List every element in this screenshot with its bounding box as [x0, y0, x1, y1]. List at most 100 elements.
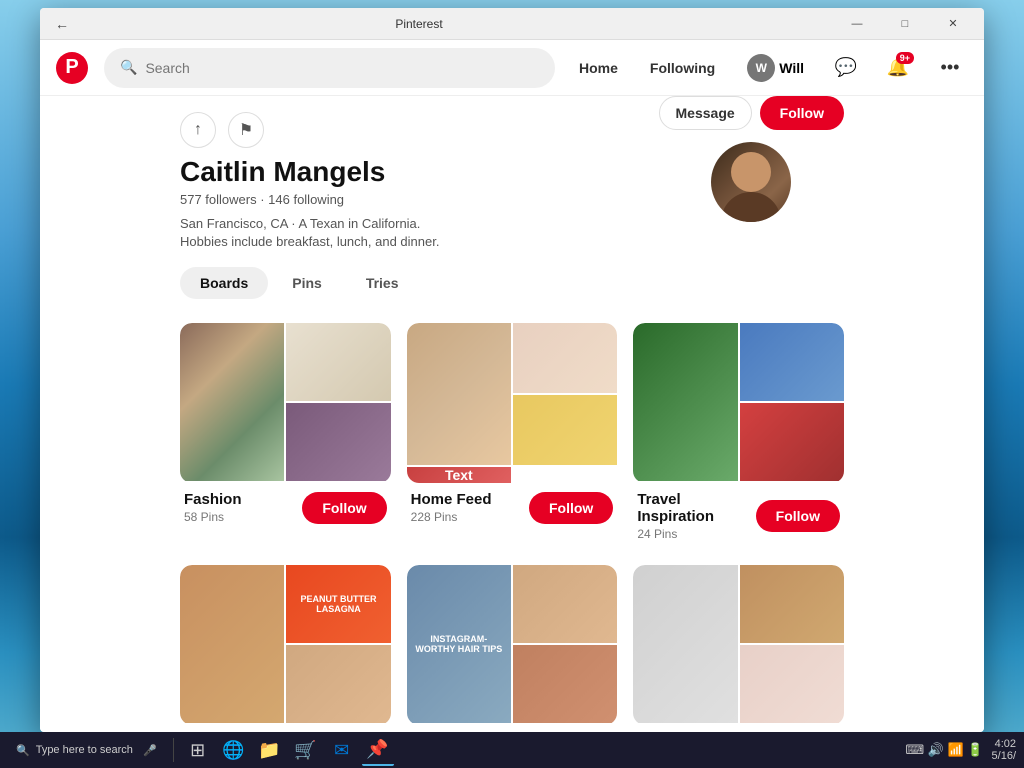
board-card-hair[interactable]: INSTAGRAM-WORTHY HAIR TIPS Hair & Beauty…: [407, 565, 618, 732]
taskbar-right: ⌨ 🔊 📶 🔋 4:02 5/16/: [905, 738, 1016, 762]
more-icon: •••: [941, 57, 960, 78]
board-img-2: [740, 323, 844, 401]
profile-avatar: [711, 142, 791, 222]
board-img-1: [633, 565, 737, 723]
minimize-button[interactable]: —: [834, 8, 880, 40]
board-count: 58 Pins: [184, 510, 302, 524]
clock-date: 5/16/: [992, 750, 1016, 762]
nav-bar: P 🔍 Home Following W Will 💬 🔔 9+ •••: [40, 40, 984, 96]
nav-user[interactable]: W Will: [739, 50, 812, 86]
title-bar-controls: ←: [48, 10, 76, 38]
profile-button-group: Message Follow: [659, 96, 844, 130]
board-card-travel[interactable]: Travel Inspiration 24 Pins Follow: [633, 323, 844, 549]
system-icons: ⌨ 🔊 📶 🔋: [905, 742, 983, 758]
window-title: Pinterest: [84, 17, 754, 31]
logo-letter: P: [65, 56, 78, 79]
taskbar-clock[interactable]: 4:02 5/16/: [992, 738, 1016, 762]
board-card-home-feed[interactable]: Text Home Feed 228 Pins Follow: [407, 323, 618, 549]
clock-time: 4:02: [992, 738, 1016, 750]
more-options-button[interactable]: •••: [932, 50, 968, 86]
profile-tabs: Boards Pins Tries: [40, 251, 984, 299]
board-card-food[interactable]: PEANUT BUTTER LASAGNA Food & Drink 74 Pi…: [180, 565, 391, 732]
store-icon[interactable]: 🛒: [290, 734, 322, 766]
board-footer-hair: Hair & Beauty 55 Pins Follow: [407, 725, 618, 732]
task-view-icon[interactable]: ⊞: [182, 734, 214, 766]
board-footer-food: Food & Drink 74 Pins Follow: [180, 725, 391, 732]
flag-button[interactable]: ⚑: [228, 112, 264, 148]
search-input[interactable]: [145, 60, 539, 76]
edge-icon[interactable]: 🌐: [218, 734, 250, 766]
back-button[interactable]: ←: [48, 10, 76, 38]
board-img-1: [180, 323, 284, 481]
board-footer-wedding: Wedding ideas 32 Pins Follow: [633, 725, 844, 732]
nav-home[interactable]: Home: [571, 56, 626, 80]
board-img-3: [513, 395, 617, 465]
board-name: Travel Inspiration: [637, 491, 755, 525]
tab-tries[interactable]: Tries: [346, 267, 419, 299]
app-window: ← Pinterest — □ ✕ P 🔍 Home Following W W…: [40, 8, 984, 732]
taskbar-search-label: Type here to search: [36, 744, 133, 756]
board-img-3: [286, 403, 390, 481]
board-img-1: [407, 323, 511, 465]
files-icon[interactable]: 📁: [254, 734, 286, 766]
board-img-4: Text: [407, 467, 511, 483]
profile-bio-separator: ·: [291, 216, 298, 231]
close-button[interactable]: ✕: [930, 8, 976, 40]
board-images-wedding: [633, 565, 844, 725]
board-img-2: [740, 565, 844, 643]
board-footer-fashion: Fashion 58 Pins Follow: [180, 483, 391, 532]
nav-following[interactable]: Following: [642, 56, 723, 80]
follow-button-fashion[interactable]: Follow: [302, 492, 386, 524]
pinterest-logo: P: [56, 52, 88, 84]
board-img-3: [513, 645, 617, 723]
boards-grid: Fashion 58 Pins Follow Text Home Feed: [40, 299, 984, 732]
notification-badge: 9+: [896, 52, 914, 64]
board-img-2: [513, 323, 617, 393]
board-info-fashion: Fashion 58 Pins: [184, 491, 302, 524]
board-img-1: [633, 323, 737, 481]
board-img-1: [180, 565, 284, 723]
follow-button-home-feed[interactable]: Follow: [529, 492, 613, 524]
board-img-2: [513, 565, 617, 643]
microphone-icon: 🎤: [143, 744, 157, 757]
pinterest-taskbar-icon[interactable]: 📌: [362, 734, 394, 766]
board-img-3: [740, 645, 844, 723]
main-content: ↑ ⚑ Message Follow Caitlin Mangels 577 f…: [40, 96, 984, 732]
messages-button[interactable]: 💬: [828, 50, 864, 86]
search-icon-taskbar: 🔍: [16, 744, 30, 757]
board-footer-home-feed: Home Feed 228 Pins Follow: [407, 483, 618, 532]
board-info-travel: Travel Inspiration 24 Pins: [637, 491, 755, 541]
search-bar[interactable]: 🔍: [104, 48, 555, 88]
window-controls: — □ ✕: [834, 8, 976, 40]
share-button[interactable]: ↑: [180, 112, 216, 148]
board-images-home-feed: Text: [407, 323, 618, 483]
board-card-fashion[interactable]: Fashion 58 Pins Follow: [180, 323, 391, 549]
user-avatar-small: W: [747, 54, 775, 82]
board-images-fashion: [180, 323, 391, 483]
board-card-wedding[interactable]: Wedding ideas 32 Pins Follow: [633, 565, 844, 732]
user-name: Will: [779, 60, 804, 76]
board-images-travel: [633, 323, 844, 483]
board-footer-travel: Travel Inspiration 24 Pins Follow: [633, 483, 844, 549]
taskbar-search[interactable]: 🔍 Type here to search 🎤: [8, 736, 165, 764]
mail-icon[interactable]: ✉: [326, 734, 358, 766]
board-count: 228 Pins: [411, 510, 529, 524]
tab-boards[interactable]: Boards: [180, 267, 268, 299]
board-img-1: INSTAGRAM-WORTHY HAIR TIPS: [407, 565, 511, 723]
profile-location: San Francisco, CA: [180, 216, 288, 231]
message-button[interactable]: Message: [659, 96, 752, 130]
notifications-button[interactable]: 🔔 9+: [880, 50, 916, 86]
search-icon: 🔍: [120, 59, 137, 76]
tab-pins[interactable]: Pins: [272, 267, 342, 299]
board-img-3: [286, 645, 390, 723]
board-name: Fashion: [184, 491, 302, 508]
taskbar: 🔍 Type here to search 🎤 ⊞ 🌐 📁 🛒 ✉ 📌 ⌨ 🔊 …: [0, 732, 1024, 768]
user-initial: W: [756, 61, 767, 75]
follow-button-main[interactable]: Follow: [760, 96, 844, 130]
maximize-button[interactable]: □: [882, 8, 928, 40]
follow-button-travel[interactable]: Follow: [756, 500, 840, 532]
profile-bio: San Francisco, CA · A Texan in Californi…: [180, 215, 460, 251]
board-img-2: PEANUT BUTTER LASAGNA: [286, 565, 390, 643]
profile-section: ↑ ⚑ Message Follow Caitlin Mangels 577 f…: [40, 96, 984, 251]
board-img-3: [740, 403, 844, 481]
